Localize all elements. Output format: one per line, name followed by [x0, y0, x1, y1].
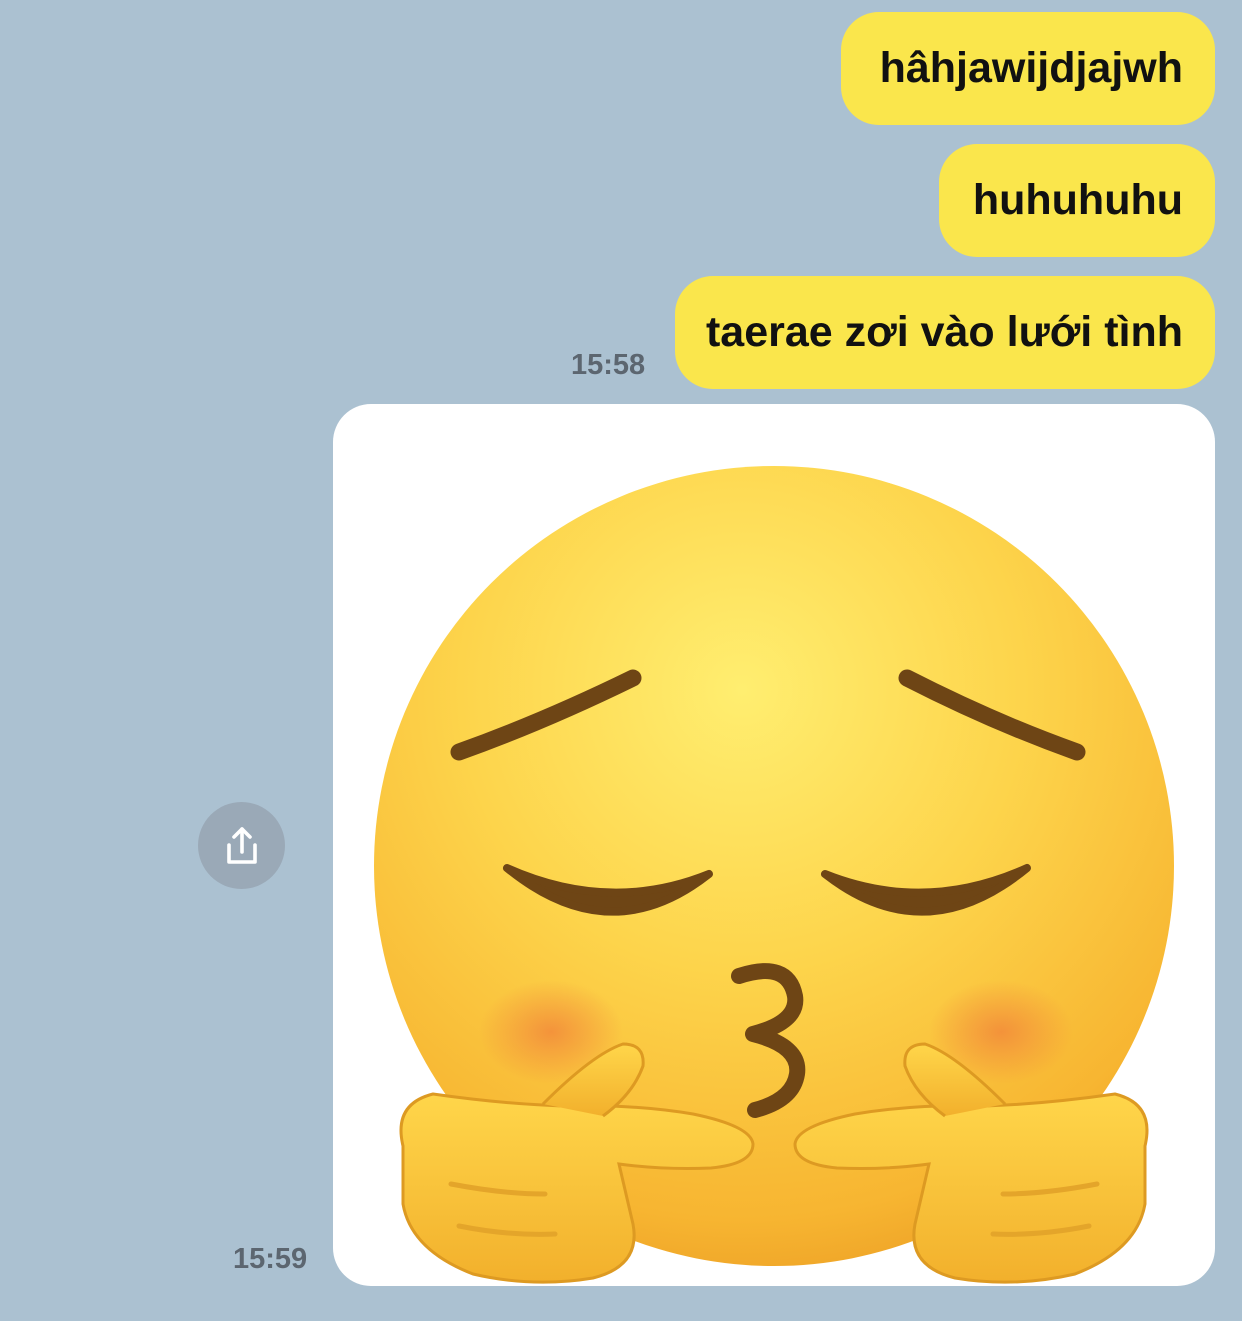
message-text: hâhjawijdjajwh — [879, 44, 1183, 92]
message-timestamp: 15:58 — [571, 349, 646, 381]
message-bubble[interactable]: hâhjawijdjajwh — [841, 12, 1215, 125]
message-text: taerae zơi vào lưới tình — [705, 308, 1183, 356]
share-button[interactable] — [198, 802, 285, 889]
share-icon — [226, 826, 257, 864]
kissing-face-emoji-image — [374, 466, 1174, 1284]
image-message-timestamp: 15:59 — [233, 1243, 308, 1275]
message-text: huhuhuhu — [972, 176, 1183, 224]
message-bubble[interactable]: huhuhuhu — [939, 144, 1215, 257]
image-message[interactable] — [333, 404, 1215, 1286]
message-bubble[interactable]: taerae zơi vào lưới tình — [675, 276, 1215, 389]
